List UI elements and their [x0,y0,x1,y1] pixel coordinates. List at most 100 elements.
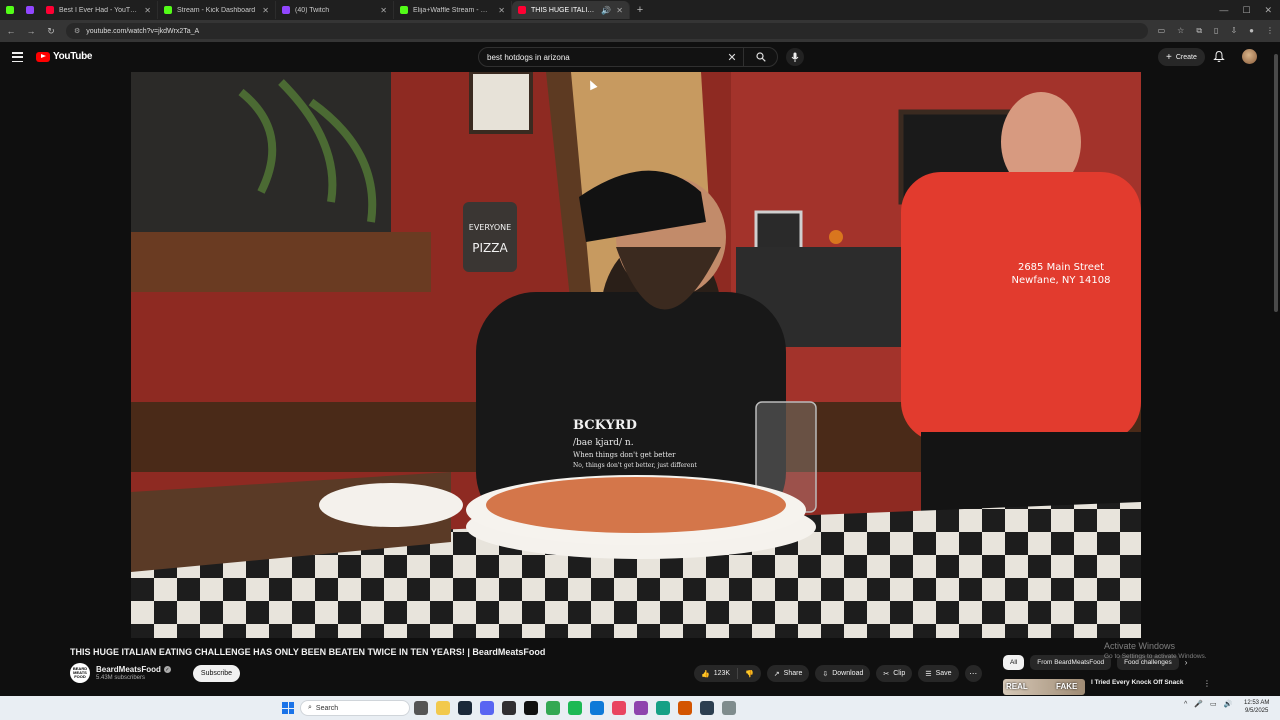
app-icon[interactable] [634,701,648,715]
close-window-icon[interactable]: ✕ [1264,5,1272,16]
app-icon[interactable] [700,701,714,715]
chip-from-channel[interactable]: From BeardMeatsFood [1030,655,1112,670]
channel-name-text: BeardMeatsFood [96,665,161,674]
verified-check-icon: ✓ [163,666,171,673]
app-icon[interactable] [612,701,626,715]
thumb-text: FAKE [1056,682,1078,691]
shirt-text: When things don't get better [573,451,676,459]
minimize-icon[interactable]: — [1219,5,1228,16]
more-actions-button[interactable]: ⋯ [964,665,982,682]
share-button[interactable]: ↗ Share [766,665,810,682]
scrollbar-thumb[interactable] [1274,54,1278,312]
browser-tab[interactable]: Stream - Kick Dashboard ✕ [158,1,276,19]
like-button[interactable]: 👍 123K [694,665,737,682]
close-tab-icon[interactable]: ✕ [144,6,151,15]
account-avatar[interactable] [1242,49,1257,64]
tray-chevron-icon[interactable]: ^ [1184,701,1187,708]
close-tab-icon[interactable]: ✕ [616,6,623,15]
url-bar[interactable]: ⚙ youtube.com/watch?v=jkdWrx2Ta_A [66,23,1148,39]
watermark-subtitle: Go to Settings to activate Windows. [1104,653,1207,660]
spotify-icon[interactable] [568,701,582,715]
search-input[interactable] [479,52,721,62]
search-button[interactable] [743,48,777,66]
page-scrollbar[interactable] [1272,44,1280,696]
speaker-icon[interactable]: 🔊 [601,6,611,15]
chip-all[interactable]: All [1003,655,1025,670]
dislike-button[interactable]: 👎 [738,665,761,682]
clock-time: 12:53 AM [1244,700,1270,706]
taskbar-clock[interactable]: 12:53 AM 9/5/2025 [1244,699,1269,715]
recommended-video[interactable]: REAL FAKE I Tried Every Knock Off Snack … [1003,679,1211,695]
maximize-icon[interactable]: ☐ [1242,5,1250,16]
bookmark-star-icon[interactable]: ☆ [1177,26,1184,36]
windows-start-icon[interactable] [282,702,294,714]
kick-favicon-icon [164,6,172,14]
video-actions: 👍 123K 👎 ↗ Share ⇩ Download ✂ Clip ☰ Sav… [694,665,982,682]
hamburger-menu-icon[interactable] [12,52,23,62]
tab-title: Stream - Kick Dashboard [177,6,256,14]
activate-windows-watermark: Activate Windows Go to Settings to activ… [1104,641,1207,660]
more-horizontal-icon: ⋯ [969,669,978,678]
edge-icon[interactable] [590,701,604,715]
tiktok-icon[interactable] [524,701,538,715]
download-button[interactable]: ⇩ Download [815,665,871,682]
share-arrow-icon: ↗ [773,670,780,678]
browser-tab[interactable]: Best I Ever Had - YouTube ✕ [40,1,158,19]
browser-menu-icon[interactable]: ⋮ [1266,26,1274,36]
subscribe-button[interactable]: Subscribe [192,664,241,682]
extensions-icon[interactable]: ⧉ [1196,26,1202,36]
video-player[interactable]: EVERYONE PIZZA BCKYRD /bae kjard/ n. Whe… [131,72,1141,638]
search-icon [755,52,766,62]
clear-search-icon[interactable]: ✕ [721,51,743,64]
close-tab-icon[interactable]: ✕ [498,6,505,15]
create-button[interactable]: + Create [1158,48,1205,66]
thumb-text: REAL [1006,682,1028,691]
browser-tab-active[interactable]: THIS HUGE ITALIAN EATIN... 🔊 ✕ [512,1,630,19]
twitch-pinned-icon[interactable] [20,0,40,20]
shirt-text: BCKYRD [573,418,637,433]
new-tab-button[interactable]: + [630,4,650,16]
back-icon[interactable]: ← [6,26,16,36]
create-label: Create [1175,53,1197,61]
site-info-icon[interactable]: ⚙ [74,27,80,35]
taskbar-search[interactable]: ⌕ Search [300,700,410,716]
microphone-tray-icon[interactable]: 🎤 [1194,700,1203,708]
browser-tab[interactable]: Elija+Waffle Stream - Watch Li... ✕ [394,1,512,19]
youtube-logo[interactable]: YouTube [36,51,93,62]
channel-avatar[interactable]: BEARD MEATS FOOD [70,663,90,683]
profile-icon[interactable]: ● [1249,26,1254,36]
channel-name[interactable]: BeardMeatsFood ✓ [96,665,171,674]
youtube-masthead: YouTube ✕ + Create [0,44,1280,72]
obs-icon[interactable] [502,701,516,715]
discord-icon[interactable] [480,701,494,715]
chrome-icon[interactable] [546,701,560,715]
system-tray: ^ 🎤 ▭ 🔊 [1184,700,1233,709]
sidebar-icon[interactable]: ▯ [1214,26,1218,36]
settings-gear-icon[interactable] [722,701,736,715]
recommended-title[interactable]: I Tried Every Knock Off Snack [1091,679,1191,686]
close-tab-icon[interactable]: ✕ [262,6,269,15]
save-label: Save [935,670,952,677]
file-explorer-icon[interactable] [436,701,450,715]
forward-icon[interactable]: → [26,26,36,36]
app-icon[interactable] [656,701,670,715]
app-icon[interactable] [678,701,692,715]
steam-icon[interactable] [458,701,472,715]
task-view-icon[interactable] [414,701,428,715]
network-icon[interactable]: ▭ [1210,700,1217,708]
close-tab-icon[interactable]: ✕ [380,6,387,15]
more-vertical-icon[interactable]: ⋮ [1203,679,1211,688]
reload-icon[interactable]: ↻ [46,26,56,37]
recommended-thumbnail[interactable]: REAL FAKE [1003,679,1085,695]
cast-icon[interactable]: ▭ [1158,26,1166,36]
volume-icon[interactable]: 🔊 [1224,700,1233,708]
browser-tab[interactable]: (40) Twitch ✕ [276,1,394,19]
kick-pinned-icon[interactable] [0,0,20,20]
browser-toolbar-icons: ▭ ☆ ⧉ ▯ ⇩ ● ⋮ [1158,26,1274,36]
notifications-bell-icon[interactable] [1213,50,1225,63]
downloads-icon[interactable]: ⇩ [1230,26,1237,36]
voice-search-button[interactable] [786,48,804,66]
clip-button[interactable]: ✂ Clip [876,665,913,682]
save-button[interactable]: ☰ Save [918,665,959,682]
thumbs-up-icon: 👍 [701,670,710,678]
